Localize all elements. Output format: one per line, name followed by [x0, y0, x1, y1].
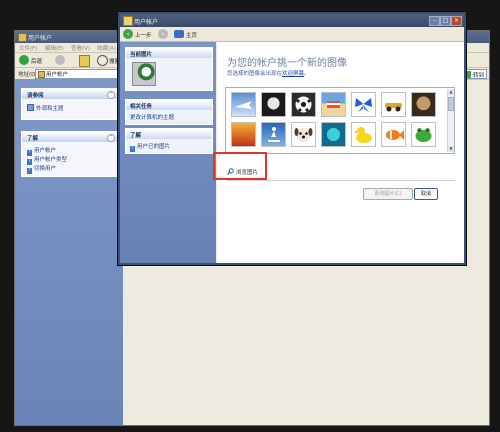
picture-rubber-duck[interactable] — [351, 122, 376, 147]
butterfly-icon — [355, 98, 372, 112]
current-picture-title: 当前图片 — [130, 52, 153, 58]
learn-panel: 了解 ? 用户已的图片 — [125, 128, 213, 154]
current-avatar-image — [132, 62, 156, 86]
address-value: 用户帐户 — [46, 72, 69, 78]
dialog-title: 用户帐户 — [134, 19, 159, 26]
dialog-nav-bar: ‹ 上一步 › 主页 — [120, 27, 464, 42]
maximize-button[interactable]: □ — [440, 16, 451, 26]
picture-drip[interactable] — [321, 122, 346, 147]
user-accounts-dialog: 用户帐户 – □ × ‹ 上一步 › 主页 当前图片 相关任务 更改计算机的主题… — [118, 12, 466, 265]
scroll-thumb[interactable] — [448, 97, 454, 111]
rubber-duck-icon — [354, 127, 372, 143]
picture-beach-chair[interactable] — [321, 92, 346, 117]
menu-edit[interactable]: 编辑(E) — [45, 44, 64, 52]
dialog-title-bar[interactable]: 用户帐户 – □ × — [120, 14, 464, 27]
picture-puppy[interactable] — [291, 122, 316, 147]
address-folder-icon — [38, 71, 45, 78]
current-picture-panel: 当前图片 — [125, 47, 213, 91]
subtitle-text: 您选择的图像会出现在 — [227, 71, 283, 77]
see-also-header[interactable]: 请参阅 ˄ — [22, 89, 118, 99]
airplane-icon — [235, 101, 252, 109]
picture-skateboarder[interactable] — [261, 122, 286, 147]
link-label: 外观和主题 — [36, 106, 64, 112]
bg-back-label[interactable]: 后退 — [31, 57, 42, 65]
subtitle-end: 。 — [304, 71, 310, 77]
skateboarder-icon — [268, 127, 280, 142]
picture-dog[interactable] — [411, 92, 436, 117]
picture-fish[interactable] — [381, 122, 406, 147]
current-picture-header: 当前图片 — [126, 48, 212, 58]
link-switch-user[interactable]: ? 切换用户 — [27, 164, 56, 174]
picture-soccer-ball[interactable] — [291, 92, 316, 117]
learn-header[interactable]: 了解 ˄ — [22, 132, 118, 142]
go-button[interactable]: 转到 — [473, 71, 484, 79]
back-arrow-icon[interactable] — [19, 55, 29, 65]
car-icon — [385, 103, 402, 112]
forward-arrow-icon[interactable]: › — [158, 29, 168, 39]
learn-title: 了解 — [130, 133, 142, 139]
menu-view[interactable]: 查看(V) — [71, 44, 90, 52]
link-label: 用户已的图片 — [137, 144, 171, 150]
help-icon: ? — [27, 168, 32, 174]
help-icon: ? — [130, 146, 135, 152]
bg-task-pane: 请参阅 ˄ 外观和主题 了解 ˄ ? 用户帐户 ? 用户帐户类型 ? 切换用户 — [15, 79, 123, 425]
picture-butterfly[interactable] — [351, 92, 376, 117]
collapse-chevron-icon[interactable]: ˄ — [107, 91, 115, 99]
collapse-chevron-icon[interactable]: ˄ — [107, 134, 115, 142]
forward-arrow-icon[interactable] — [55, 55, 65, 65]
user-accounts-icon — [18, 33, 27, 42]
themes-icon — [27, 104, 34, 111]
frog-icon — [415, 128, 432, 142]
link-appearance-themes[interactable]: 外观和主题 — [27, 104, 64, 112]
user-accounts-icon — [123, 16, 133, 26]
home-icon[interactable] — [174, 30, 184, 38]
related-tasks-header: 相关任务 — [126, 100, 212, 110]
scroll-up-arrow-icon[interactable]: ▲ — [448, 89, 454, 95]
page-title: 为您的帐户挑一个新的图像 — [227, 58, 347, 69]
related-tasks-title: 相关任务 — [130, 104, 153, 110]
scroll-down-arrow-icon[interactable]: ▼ — [448, 146, 454, 152]
cancel-button[interactable]: 取消 — [414, 188, 438, 200]
folder-up-icon[interactable] — [79, 55, 90, 67]
back-arrow-icon[interactable]: ‹ — [123, 29, 133, 39]
close-button[interactable]: × — [451, 16, 462, 26]
link-label: 切换用户 — [34, 166, 57, 172]
link-label: 用户帐户 — [34, 148, 57, 154]
menu-file[interactable]: 文件(F) — [19, 44, 37, 52]
search-icon[interactable] — [97, 55, 108, 66]
related-tasks-panel: 相关任务 更改计算机的主题 — [125, 99, 213, 125]
picture-astronaut[interactable] — [261, 92, 286, 117]
learn-header: 了解 — [126, 129, 212, 139]
divider — [227, 180, 455, 181]
highlight-box — [213, 152, 267, 180]
page-subtitle: 您选择的图像会出现在欢迎屏幕。 — [227, 69, 310, 77]
see-also-title: 请参阅 — [27, 93, 44, 99]
bg-window-title: 用户帐户 — [28, 35, 53, 42]
picture-car[interactable] — [381, 92, 406, 117]
picture-grid: ▲ ▼ — [225, 87, 455, 154]
see-also-panel: 请参阅 ˄ 外观和主题 — [21, 88, 119, 120]
fish-icon — [386, 130, 404, 140]
minimize-button[interactable]: – — [429, 16, 440, 26]
picture-grid-scrollbar[interactable]: ▲ ▼ — [447, 89, 454, 152]
picture-frog[interactable] — [411, 122, 436, 147]
menu-favorites[interactable]: 收藏(A) — [97, 44, 116, 52]
soccer-ball-icon — [295, 96, 312, 113]
picture-fire[interactable] — [231, 122, 256, 147]
learn-panel: 了解 ˄ ? 用户帐户 ? 用户帐户类型 ? 切换用户 — [21, 131, 119, 177]
dialog-task-pane: 当前图片 相关任务 更改计算机的主题 了解 ? 用户已的图片 — [120, 42, 216, 263]
beach-chair-icon — [327, 101, 340, 108]
link-change-theme[interactable]: 更改计算机的主题 — [130, 113, 174, 121]
link-label: 用户帐户类型 — [34, 157, 68, 163]
picture-airplane[interactable] — [231, 92, 256, 117]
back-button[interactable]: 上一步 — [135, 31, 152, 39]
puppy-icon — [294, 128, 313, 142]
change-picture-button[interactable]: 更改图片(C) — [363, 188, 413, 200]
link-user-pictures[interactable]: ? 用户已的图片 — [130, 142, 170, 152]
learn-title: 了解 — [27, 136, 39, 142]
welcome-screen-link[interactable]: 欢迎屏幕 — [282, 71, 304, 77]
home-button[interactable]: 主页 — [186, 31, 197, 39]
